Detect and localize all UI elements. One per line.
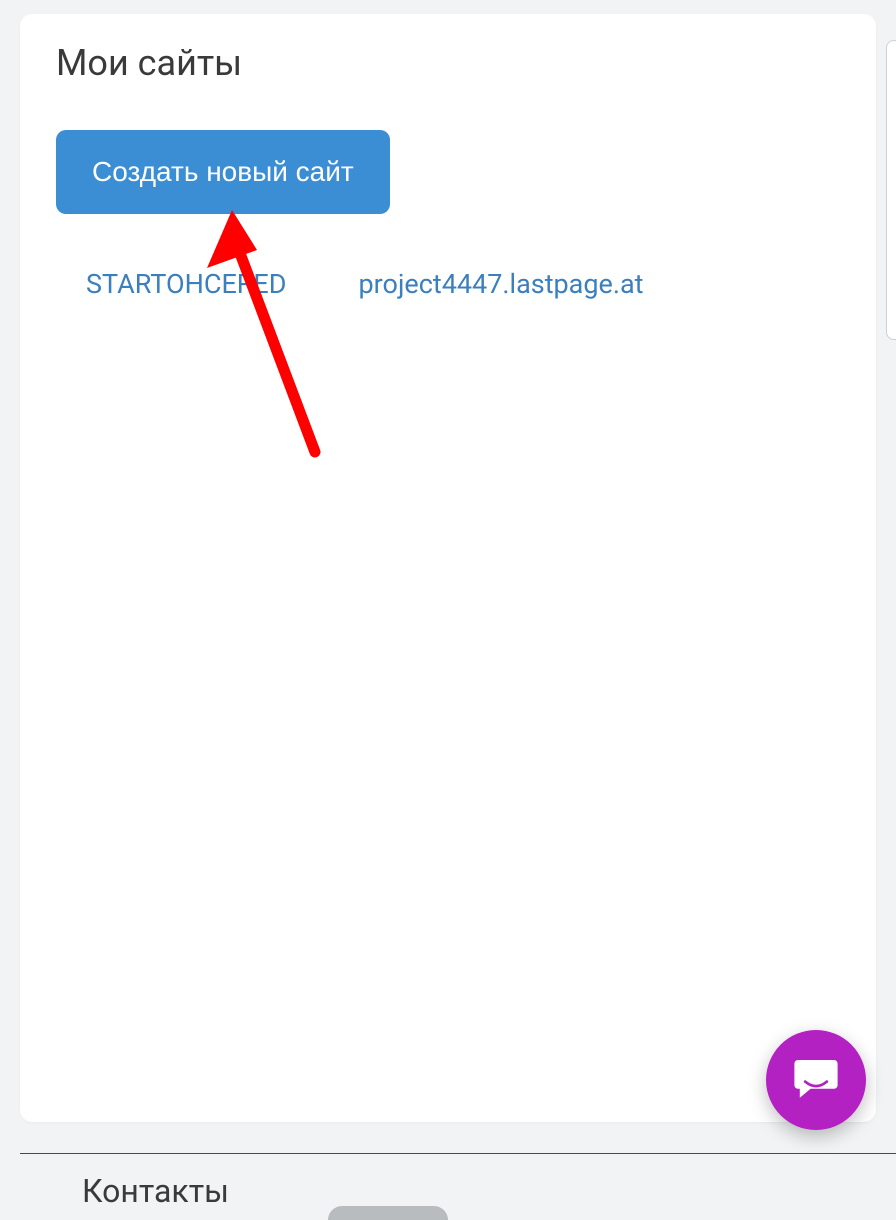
bottom-scroll-indicator (328, 1206, 448, 1220)
site-name-link[interactable]: STARTOHCERED (86, 268, 287, 300)
page-title: Мои сайты (56, 42, 840, 84)
divider (20, 1153, 896, 1154)
scrollbar[interactable] (886, 40, 896, 340)
my-sites-card: Мои сайты Создать новый сайт STARTOHCERE… (20, 14, 876, 1122)
sites-row: STARTOHCERED project4447.lastpage.at (56, 268, 840, 300)
site-url-link[interactable]: project4447.lastpage.at (359, 268, 644, 300)
create-site-button[interactable]: Создать новый сайт (56, 130, 390, 214)
chat-icon (789, 1051, 843, 1109)
contacts-heading: Контакты (82, 1172, 229, 1210)
chat-widget-button[interactable] (766, 1030, 866, 1130)
